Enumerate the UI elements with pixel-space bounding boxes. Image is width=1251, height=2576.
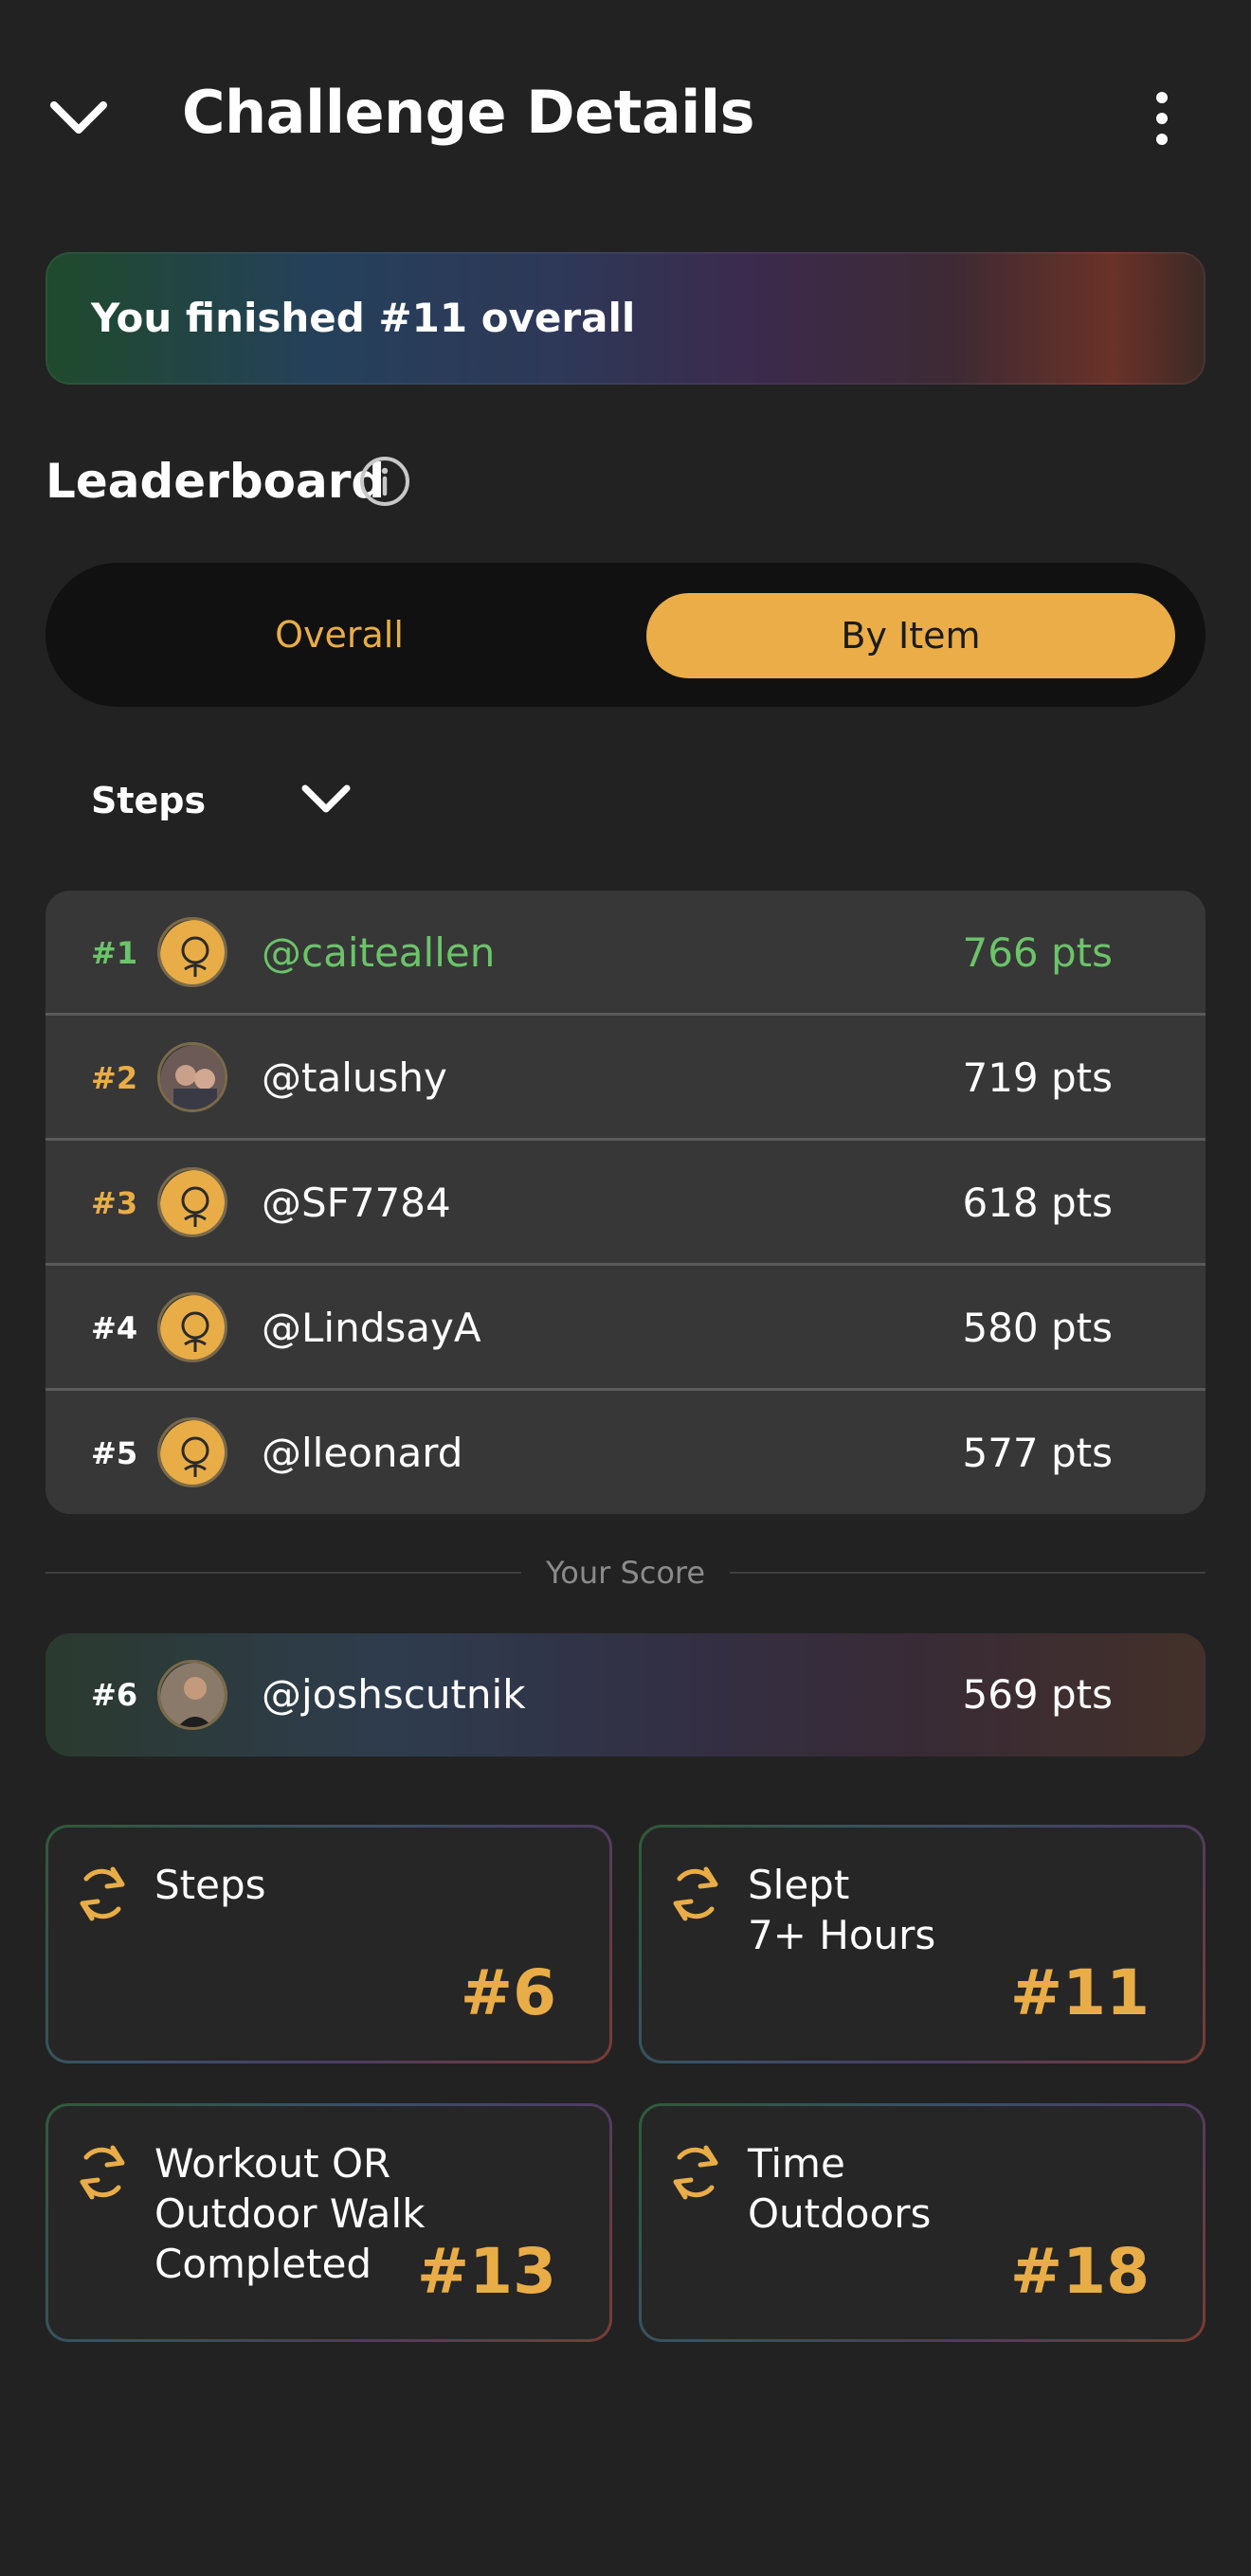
more-dot — [1156, 134, 1168, 145]
info-button[interactable] — [358, 455, 411, 508]
refresh-icon — [673, 1866, 718, 1921]
divider-line — [730, 1572, 1206, 1574]
item-filter-label: Steps — [91, 780, 207, 821]
item-card-sleep[interactable]: Slept 7+ Hours #11 — [639, 1825, 1206, 2063]
tab-by-item[interactable]: By Item — [646, 593, 1175, 678]
back-button[interactable] — [47, 90, 110, 147]
card-label: Time Outdoors — [748, 2140, 932, 2237]
your-score-row[interactable]: #6 @joshscutnik 569 pts — [45, 1633, 1206, 1756]
finish-banner-text: You finished #11 overall — [91, 295, 636, 341]
more-vertical-icon — [1156, 92, 1168, 103]
refresh-icon — [673, 2145, 718, 2200]
item-card-steps[interactable]: Steps #6 — [45, 1825, 612, 2063]
username: @SF7784 — [262, 1180, 451, 1226]
chevron-down-icon — [50, 101, 107, 134]
rank: #2 — [91, 1060, 138, 1096]
your-score-divider: Your Score — [45, 1554, 1206, 1592]
rank: #1 — [91, 935, 138, 971]
leaderboard-tabs: Overall By Item — [45, 563, 1206, 707]
avatar — [157, 917, 227, 987]
card-rank: #18 — [1009, 2235, 1150, 2308]
username: @lleonard — [262, 1430, 463, 1476]
leaderboard-title: Leaderboard — [45, 454, 386, 509]
leaderboard-row[interactable]: #3 @SF7784 618 pts — [45, 1141, 1206, 1266]
points: 569 pts — [962, 1671, 1113, 1718]
username: @joshscutnik — [262, 1671, 526, 1718]
avatar — [157, 1042, 227, 1112]
rank: #5 — [91, 1435, 138, 1471]
leaderboard-table: #1 @caiteallen 766 pts #2 @talushy 719 p… — [45, 891, 1206, 1514]
card-label: Workout OR Outdoor Walk Completed — [154, 2140, 426, 2287]
item-card-workout[interactable]: Workout OR Outdoor Walk Completed #13 — [45, 2103, 612, 2342]
item-filter-dropdown[interactable]: Steps — [91, 767, 354, 834]
rank: #6 — [91, 1677, 138, 1713]
username: @LindsayA — [262, 1305, 481, 1351]
leaderboard-row[interactable]: #4 @LindsayA 580 pts — [45, 1266, 1206, 1391]
avatar — [157, 1417, 227, 1487]
page-title: Challenge Details — [182, 78, 755, 147]
item-card-outdoors[interactable]: Time Outdoors #18 — [639, 2103, 1206, 2342]
avatar — [157, 1292, 227, 1362]
rank: #3 — [91, 1185, 138, 1221]
divider-line — [45, 1572, 521, 1574]
points: 580 pts — [962, 1305, 1113, 1351]
card-label: Steps — [154, 1862, 266, 1908]
points: 766 pts — [962, 929, 1113, 976]
card-rank: #13 — [416, 2235, 556, 2308]
chevron-down-icon — [301, 784, 351, 813]
refresh-icon — [80, 1866, 125, 1921]
points: 618 pts — [962, 1180, 1113, 1226]
card-label: Slept 7+ Hours — [748, 1862, 936, 1958]
username: @talushy — [262, 1054, 447, 1101]
points: 577 pts — [962, 1430, 1113, 1476]
points: 719 pts — [962, 1054, 1113, 1101]
more-options-button[interactable] — [1137, 85, 1187, 152]
your-score-label: Your Score — [545, 1555, 706, 1591]
avatar — [157, 1660, 227, 1730]
rank: #4 — [91, 1310, 138, 1346]
info-icon — [360, 457, 409, 506]
leaderboard-row[interactable]: #5 @lleonard 577 pts — [45, 1391, 1206, 1514]
finish-banner: You finished #11 overall — [45, 252, 1206, 385]
leaderboard-row[interactable]: #1 @caiteallen 766 pts — [45, 891, 1206, 1016]
avatar — [157, 1167, 227, 1237]
refresh-icon — [80, 2145, 125, 2200]
tab-overall[interactable]: Overall — [45, 563, 633, 707]
username: @caiteallen — [262, 929, 496, 976]
card-rank: #6 — [460, 1956, 556, 2029]
leaderboard-row[interactable]: #2 @talushy 719 pts — [45, 1016, 1206, 1141]
card-rank: #11 — [1009, 1956, 1150, 2029]
more-dot — [1156, 113, 1168, 124]
